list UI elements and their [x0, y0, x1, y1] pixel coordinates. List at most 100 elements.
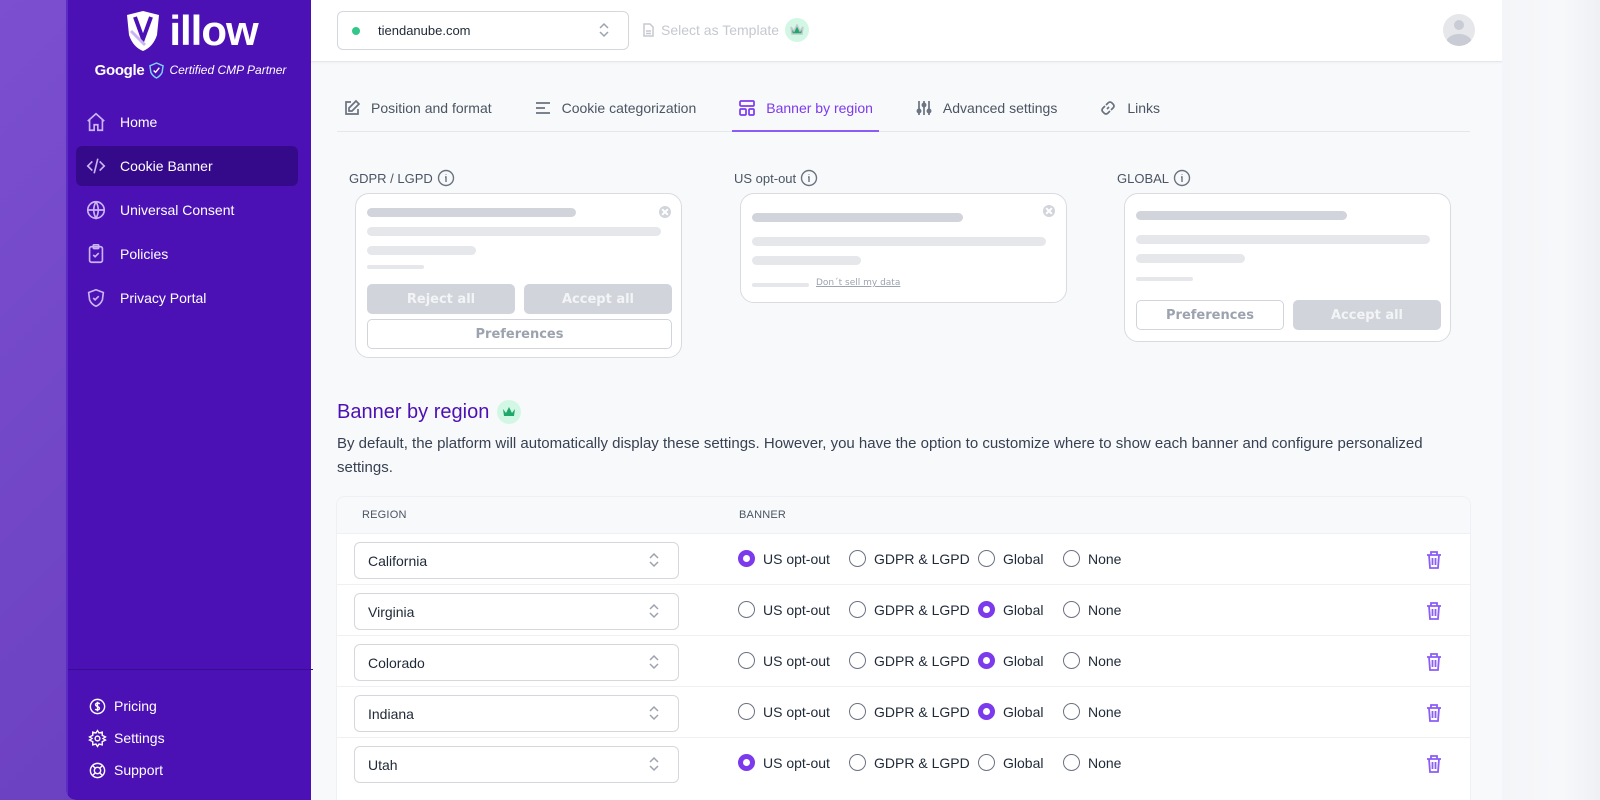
region-select[interactable]: California — [354, 542, 679, 579]
preferences-button: Preferences — [367, 319, 672, 349]
radio-us-opt-out[interactable]: US opt-out — [738, 652, 849, 669]
tab-position-and-format[interactable]: Position and format — [337, 84, 498, 131]
skeleton-line — [752, 237, 1046, 246]
radio-none[interactable]: None — [1063, 601, 1143, 618]
radio-us-opt-out[interactable]: US opt-out — [738, 703, 849, 720]
radio-global[interactable]: Global — [978, 652, 1063, 669]
table-row: California US opt-out GDPR & LGPD Global No… — [337, 533, 1470, 584]
user-avatar[interactable] — [1443, 14, 1475, 46]
align-left-icon — [535, 101, 550, 114]
preferences-button: Preferences — [1136, 300, 1284, 330]
radio-unchecked-icon — [738, 601, 755, 618]
tab-advanced-settings[interactable]: Advanced settings — [909, 84, 1063, 131]
tab-label: Links — [1127, 99, 1160, 116]
radio-us-opt-out[interactable]: US opt-out — [738, 754, 849, 771]
logo[interactable]: illow — [68, 6, 313, 56]
preview-global: GLOBAL Preferences Accept all — [1117, 168, 1451, 342]
radio-unchecked-icon — [1063, 652, 1080, 669]
banner-radio-group: US opt-out GDPR & LGPD Global None — [738, 754, 1143, 771]
chevron-up-down-icon — [648, 551, 668, 571]
radio-none[interactable]: None — [1063, 652, 1143, 669]
sidebar-item-privacy-portal[interactable]: Privacy Portal — [76, 278, 298, 318]
radio-global[interactable]: Global — [978, 550, 1063, 567]
sidebar-item-label: Privacy Portal — [120, 290, 207, 306]
delete-row-button[interactable] — [1425, 652, 1443, 672]
column-header-region: REGION — [362, 509, 407, 521]
radio-global[interactable]: Global — [978, 601, 1063, 618]
tab-banner-by-region[interactable]: Banner by region — [732, 84, 879, 132]
section-description: By default, the platform will automatica… — [337, 435, 1423, 476]
radio-gdpr-lgpd[interactable]: GDPR & LGPD — [849, 703, 978, 720]
radio-us-opt-out[interactable]: US opt-out — [738, 550, 849, 567]
desktop-background — [1502, 0, 1600, 800]
sidebar-item-policies[interactable]: Policies — [76, 234, 298, 274]
sidebar-item-label: Policies — [120, 246, 169, 262]
radio-global[interactable]: Global — [978, 754, 1063, 771]
region-select[interactable]: Indiana — [354, 695, 679, 732]
radio-checked-icon — [738, 550, 755, 567]
info-icon[interactable] — [437, 169, 455, 187]
preview-gdpr: GDPR / LGPD Reject all Accept all Prefer… — [349, 168, 682, 358]
radio-label: GDPR & LGPD — [874, 703, 970, 720]
accept-all-button: Accept all — [1293, 300, 1441, 330]
sidebar-item-cookie-banner[interactable]: Cookie Banner — [76, 146, 298, 186]
site-select[interactable]: tiendanube.com — [337, 11, 629, 50]
radio-label: US opt-out — [763, 754, 830, 771]
sidebar: illow Google Certified CMP Partner Home … — [66, 0, 313, 800]
sidebar-item-settings[interactable]: Settings — [88, 722, 165, 754]
info-icon[interactable] — [1173, 169, 1191, 187]
preview-global-label: GLOBAL — [1117, 168, 1191, 188]
table-row: Indiana US opt-out GDPR & LGPD Global None — [337, 686, 1470, 737]
sidebar-item-label: Pricing — [114, 698, 157, 714]
dont-sell-link: Don´t sell my data — [816, 278, 901, 288]
sidebar-item-pricing[interactable]: Pricing — [88, 690, 165, 722]
partner-text: Certified CMP Partner — [169, 63, 287, 77]
sidebar-item-home[interactable]: Home — [76, 102, 298, 142]
radio-label: Global — [1003, 601, 1044, 618]
region-select[interactable]: Virginia — [354, 593, 679, 630]
radio-gdpr-lgpd[interactable]: GDPR & LGPD — [849, 754, 978, 771]
radio-gdpr-lgpd[interactable]: GDPR & LGPD — [849, 550, 978, 567]
radio-gdpr-lgpd[interactable]: GDPR & LGPD — [849, 601, 978, 618]
avatar-body — [1446, 34, 1472, 46]
partner-badge: Google Certified CMP Partner — [68, 60, 313, 80]
crown-icon — [497, 400, 522, 424]
region-select[interactable]: Colorado — [354, 644, 679, 681]
radio-us-opt-out[interactable]: US opt-out — [738, 601, 849, 618]
edit-icon — [345, 99, 361, 115]
link-icon — [1101, 100, 1116, 115]
info-icon[interactable] — [800, 169, 818, 187]
reject-all-button: Reject all — [367, 284, 515, 314]
banner-preview-card[interactable]: Don´t sell my data — [740, 193, 1067, 303]
document-icon — [643, 23, 654, 37]
region-select[interactable]: Utah — [354, 746, 679, 783]
radio-none[interactable]: None — [1063, 703, 1143, 720]
delete-row-button[interactable] — [1425, 703, 1443, 723]
table-row: Utah US opt-out GDPR & LGPD Global None — [337, 737, 1470, 788]
site-status-dot — [352, 26, 360, 35]
sidebar-bottom-nav: Pricing Settings Support — [88, 690, 165, 786]
sidebar-item-support[interactable]: Support — [88, 754, 165, 786]
radio-none[interactable]: None — [1063, 550, 1143, 567]
delete-row-button[interactable] — [1425, 550, 1443, 570]
crown-icon — [785, 18, 810, 42]
banner-preview-card[interactable]: Preferences Accept all — [1124, 193, 1451, 342]
preview-title: GLOBAL — [1117, 170, 1170, 186]
tab-label: Advanced settings — [942, 99, 1058, 116]
sidebar-item-universal-consent[interactable]: Universal Consent — [76, 190, 298, 230]
radio-label: None — [1088, 550, 1122, 567]
tab-cookie-categorization[interactable]: Cookie categorization — [528, 84, 703, 131]
radio-label: GDPR & LGPD — [874, 754, 970, 771]
delete-row-button[interactable] — [1425, 601, 1443, 621]
banner-preview-card[interactable]: Reject all Accept all Preferences — [355, 193, 682, 358]
tab-links[interactable]: Links — [1093, 84, 1166, 131]
select-as-template-button[interactable]: Select as Template — [641, 18, 810, 42]
radio-none[interactable]: None — [1063, 754, 1143, 771]
delete-row-button[interactable] — [1425, 754, 1443, 774]
radio-global[interactable]: Global — [978, 703, 1063, 720]
radio-gdpr-lgpd[interactable]: GDPR & LGPD — [849, 652, 978, 669]
topbar: tiendanube.com Select as Template — [311, 0, 1502, 62]
lifebuoy-icon — [88, 760, 108, 780]
radio-unchecked-icon — [978, 754, 995, 771]
region-select-value: Utah — [368, 756, 398, 773]
